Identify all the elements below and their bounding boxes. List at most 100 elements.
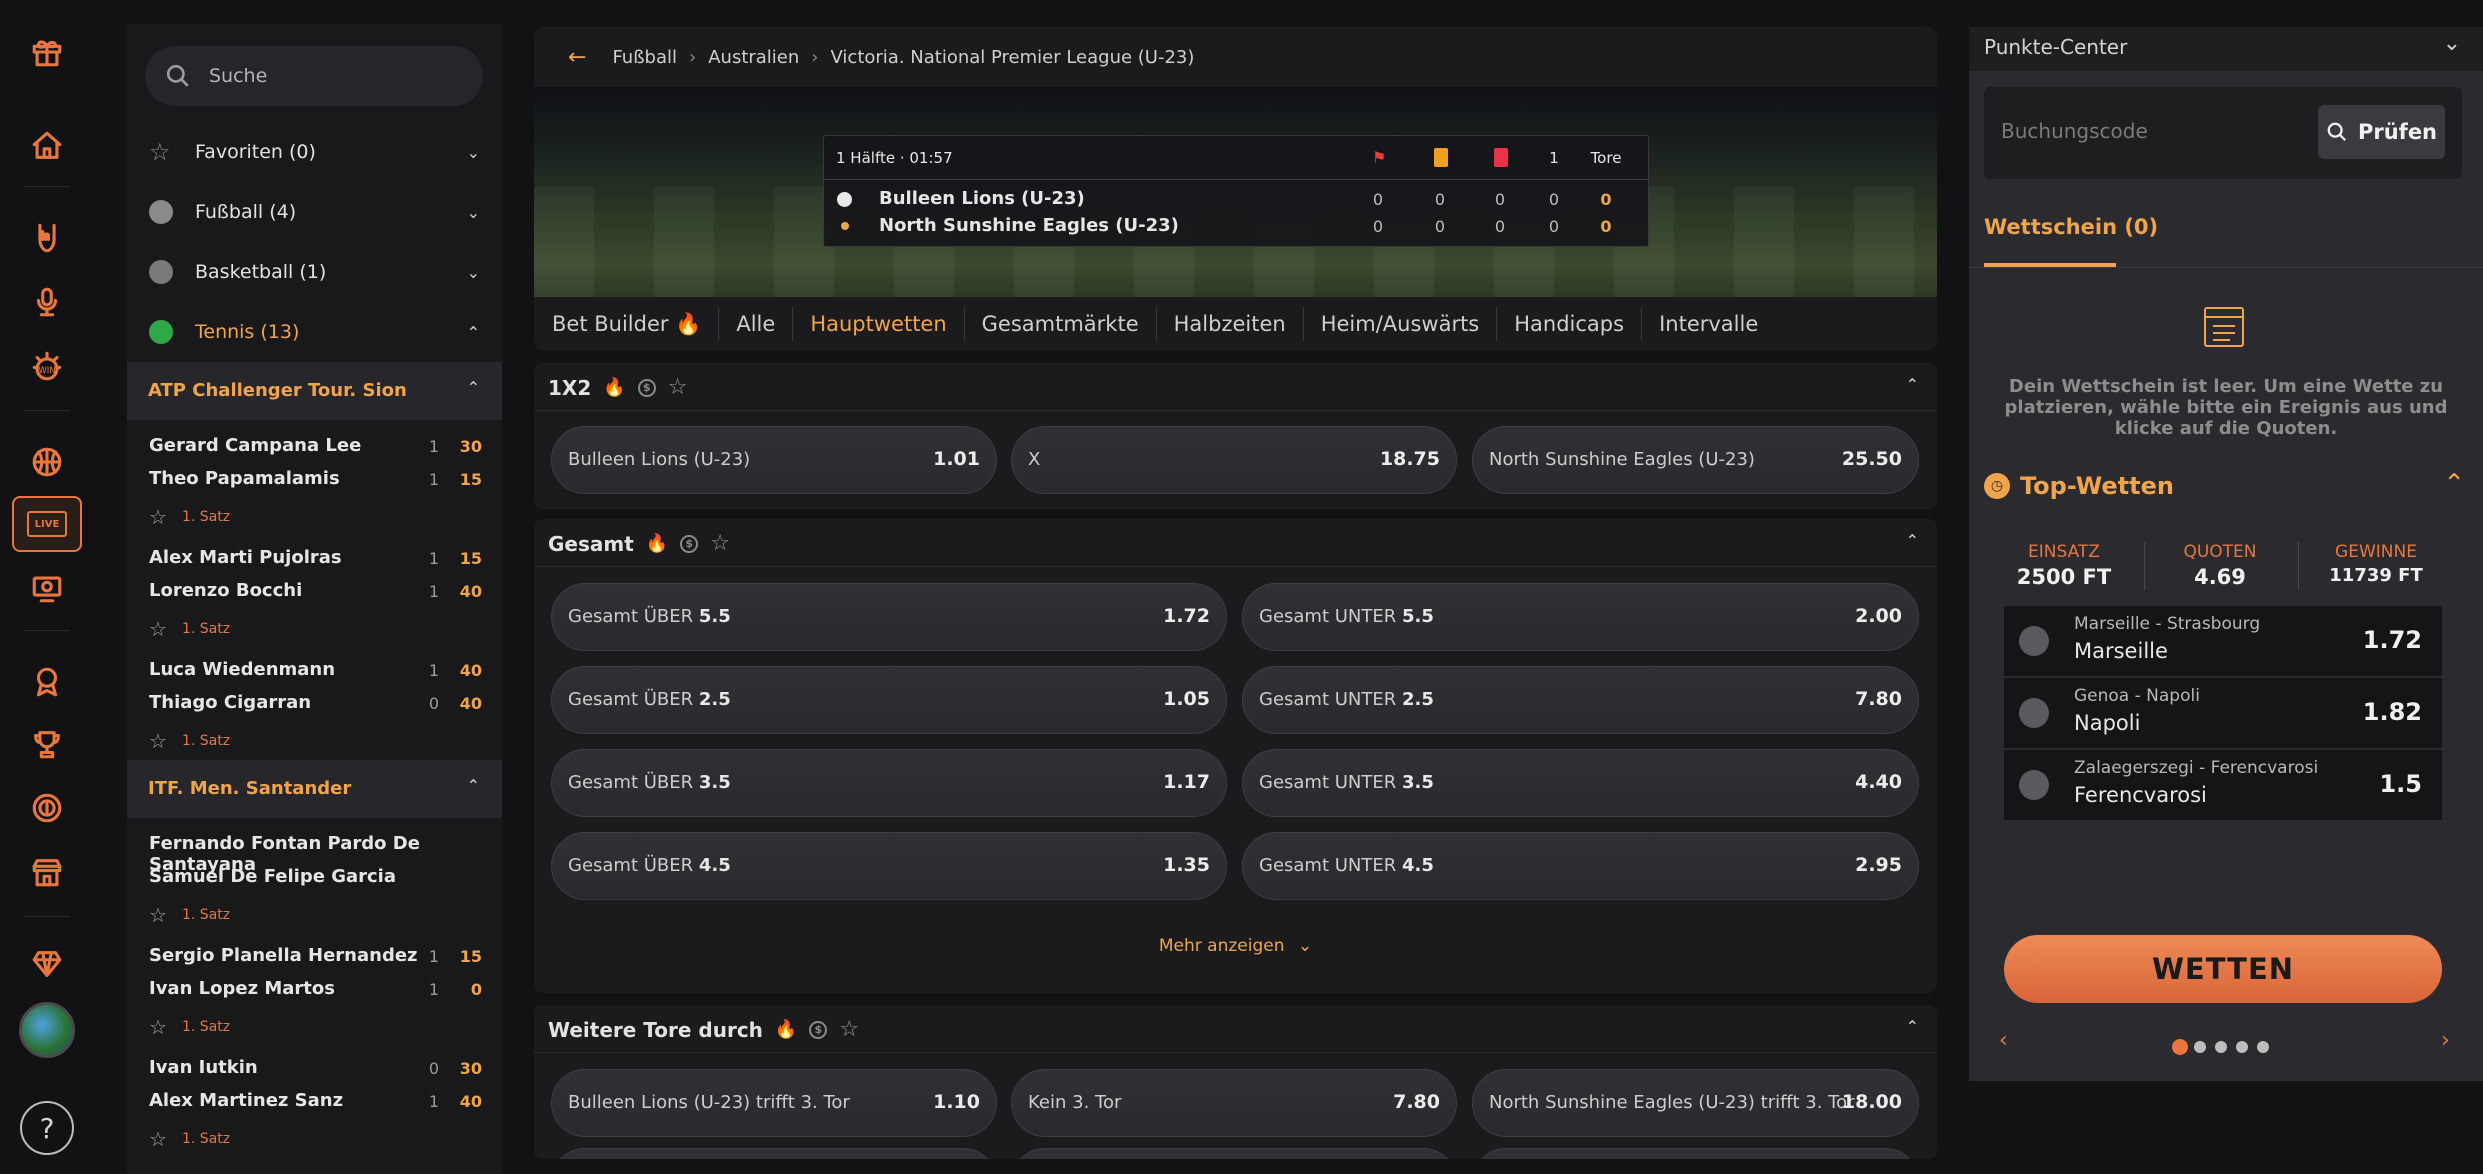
carousel-dot[interactable]: [2215, 1041, 2227, 1053]
live-icon[interactable]: LIVE: [12, 496, 82, 552]
top-bet-row[interactable]: Marseille - Strasbourg Marseille 1.72: [2004, 606, 2442, 676]
breadcrumb-league[interactable]: Victoria. National Premier League (U-23): [831, 47, 1195, 68]
set-score: 0: [428, 1059, 439, 1078]
yellow-card-icon: [1434, 148, 1448, 167]
help-icon[interactable]: ?: [20, 1101, 74, 1155]
odd-button[interactable]: X 18.75: [1011, 426, 1457, 494]
odd-button[interactable]: Gesamt UNTER 2.5 7.80: [1242, 666, 1919, 734]
odd-button[interactable]: Gesamt ÜBER 3.5 1.17: [551, 749, 1227, 817]
chevron-up-icon[interactable]: ⌃: [1906, 375, 1919, 394]
tab-totals[interactable]: Gesamtmärkte: [982, 307, 1157, 341]
odd-label: North Sunshine Eagles (U-23): [1489, 449, 1755, 470]
breadcrumb-sport[interactable]: Fußball: [612, 47, 677, 68]
coin-icon[interactable]: [27, 788, 67, 828]
search-input[interactable]: Suche: [145, 46, 483, 106]
odd-button[interactable]: Kein 3. Tor 7.80: [1011, 1069, 1457, 1137]
top-bet-row[interactable]: Genoa - Napoli Napoli 1.82: [2004, 678, 2442, 748]
odd-button[interactable]: Gesamt UNTER 5.5 2.00: [1242, 583, 1919, 651]
show-more-button[interactable]: Mehr anzeigen ⌄: [534, 936, 1937, 956]
trophy-icon[interactable]: [27, 724, 67, 764]
back-arrow-icon[interactable]: ←: [568, 45, 586, 70]
place-bet-button[interactable]: WETTEN: [2004, 935, 2442, 1003]
tab-handicaps[interactable]: Handicaps: [1514, 307, 1643, 341]
tab-halves[interactable]: Halbzeiten: [1174, 307, 1304, 341]
favorite-star-icon[interactable]: ☆: [839, 1017, 859, 1042]
sidebar-item-basketball[interactable]: Basketball (1) ⌄: [127, 242, 502, 302]
odd-value: 7.80: [1393, 1091, 1440, 1113]
match-item[interactable]: Sergio Planella Hernandez 1 15 Ivan Lope…: [127, 932, 502, 1044]
odd-button[interactable]: North Sunshine Eagles (U-23) 25.50: [1472, 426, 1919, 494]
favorite-star-icon[interactable]: ☆: [149, 729, 167, 753]
favorite-star-icon[interactable]: ☆: [668, 375, 688, 400]
player-1: Ivan Iutkin: [149, 1057, 258, 1078]
odd-button[interactable]: Gesamt ÜBER 5.5 1.72: [551, 583, 1227, 651]
microphone-icon[interactable]: [27, 282, 67, 322]
carousel-dot[interactable]: [2194, 1041, 2206, 1053]
sidebar-item-football[interactable]: Fußball (4) ⌄: [127, 182, 502, 242]
odd-value: 1.05: [1163, 688, 1210, 710]
sidebar-item-favorites[interactable]: ☆ Favoriten (0) ⌄: [127, 122, 502, 182]
odd-button[interactable]: Gesamt UNTER 3.5 4.40: [1242, 749, 1919, 817]
tab-home-away[interactable]: Heim/Auswärts: [1321, 307, 1498, 341]
points-center-header[interactable]: Punkte-Center ⌄: [1969, 27, 2483, 71]
chevron-up-icon[interactable]: ⌃: [1906, 1017, 1919, 1036]
tab-main-bets[interactable]: Hauptwetten: [810, 307, 965, 341]
category-header[interactable]: ATP Challenger Tour. Sion ⌃: [127, 362, 502, 420]
odd-button[interactable]: [1011, 1148, 1457, 1159]
odd-button[interactable]: North Sunshine Eagles (U-23) trifft 3. T…: [1472, 1069, 1919, 1137]
player-1: Sergio Planella Hernandez: [149, 945, 418, 966]
match-item[interactable]: Ivan Iutkin 0 30 Alex Martinez Sanz 1 40…: [127, 1044, 502, 1156]
virtual-sports-icon[interactable]: [27, 568, 67, 608]
rock-hand-icon[interactable]: [27, 218, 67, 258]
tab-bet-builder[interactable]: Bet Builder 🔥: [552, 307, 720, 341]
odd-button[interactable]: Gesamt ÜBER 2.5 1.05: [551, 666, 1227, 734]
tab-intervals[interactable]: Intervalle: [1659, 307, 1775, 341]
breadcrumb-country[interactable]: Australien: [708, 47, 799, 68]
tennis-ball-icon: [149, 320, 173, 344]
favorite-star-icon[interactable]: ☆: [149, 1127, 167, 1151]
odd-button[interactable]: [551, 1148, 997, 1159]
odd-value: 7.80: [1855, 688, 1902, 710]
shop-icon[interactable]: [27, 852, 67, 892]
chevron-up-icon[interactable]: ⌃: [2443, 469, 2465, 499]
odd-value: 2.95: [1855, 854, 1902, 876]
carousel-dot[interactable]: [2257, 1041, 2269, 1053]
sidebar-item-tennis[interactable]: Tennis (13) ⌃: [127, 302, 502, 362]
win-wheel-icon[interactable]: WIN: [27, 346, 67, 386]
chevron-up-icon[interactable]: ⌃: [1906, 531, 1919, 550]
carousel-dot[interactable]: [2172, 1039, 2188, 1055]
odd-button[interactable]: Bulleen Lions (U-23) 1.01: [551, 426, 997, 494]
favorite-star-icon[interactable]: ☆: [149, 1015, 167, 1039]
player-2: Thiago Cigarran: [149, 692, 312, 713]
top-bets-header[interactable]: ◷ Top-Wetten: [1984, 472, 2174, 500]
chevron-up-icon: ⌃: [466, 322, 480, 342]
odd-button[interactable]: Bulleen Lions (U-23) trifft 3. Tor 1.10: [551, 1069, 997, 1137]
match-item[interactable]: Luca Wiedenmann 1 40 Thiago Cigarran 0 4…: [127, 646, 502, 758]
check-button[interactable]: Prüfen: [2318, 105, 2445, 159]
next-arrow-icon[interactable]: ›: [2441, 1028, 2450, 1053]
match-item[interactable]: Fernando Fontan Pardo De Santayana Samue…: [127, 820, 502, 932]
globe-language-icon[interactable]: [19, 1002, 75, 1058]
basketball-icon[interactable]: [27, 442, 67, 482]
favorite-star-icon[interactable]: ☆: [149, 617, 167, 641]
booking-code-input[interactable]: Buchungscode: [2001, 119, 2148, 143]
favorite-star-icon[interactable]: ☆: [149, 505, 167, 529]
tab-all[interactable]: Alle: [736, 307, 794, 341]
home-icon[interactable]: [27, 126, 67, 166]
match-item[interactable]: Gerard Campana Lee 1 30 Theo Papamalamis…: [127, 422, 502, 534]
odd-label: Kein 3. Tor: [1028, 1092, 1122, 1113]
category-header[interactable]: ITF. Men. Santander ⌃: [127, 760, 502, 818]
tab-betslip[interactable]: Wettschein (0): [1984, 215, 2158, 239]
diamond-icon[interactable]: [27, 944, 67, 984]
gift-icon[interactable]: [27, 32, 67, 72]
favorite-star-icon[interactable]: ☆: [710, 531, 730, 556]
odd-button[interactable]: Gesamt UNTER 4.5 2.95: [1242, 832, 1919, 900]
favorite-star-icon[interactable]: ☆: [149, 903, 167, 927]
top-bet-row[interactable]: Zalaegerszegi - Ferencvarosi Ferencvaros…: [2004, 750, 2442, 820]
match-item[interactable]: Alex Marti Pujolras 1 15 Lorenzo Bocchi …: [127, 534, 502, 646]
odd-button[interactable]: [1472, 1148, 1919, 1159]
odd-button[interactable]: Gesamt ÜBER 4.5 1.35: [551, 832, 1227, 900]
award-icon[interactable]: [27, 662, 67, 702]
carousel-dot[interactable]: [2236, 1041, 2248, 1053]
set-label: 1. Satz: [182, 1131, 231, 1147]
